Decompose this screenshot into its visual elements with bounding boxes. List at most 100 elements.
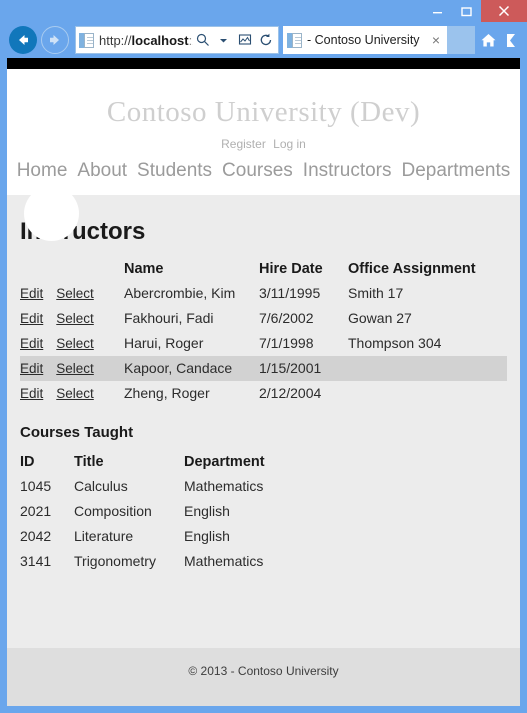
select-link[interactable]: Select <box>56 386 94 401</box>
dropdown-chevron-icon[interactable] <box>214 30 233 50</box>
table-row-selected[interactable]: Edit Select Kapoor, Candace 1/15/2001 <box>20 356 507 381</box>
cell-hire-date: 3/11/1995 <box>259 285 321 301</box>
select-link[interactable]: Select <box>56 286 94 301</box>
select-link[interactable]: Select <box>56 361 94 376</box>
login-link[interactable]: Log in <box>273 137 306 151</box>
instructors-table-body: Edit Select Abercrombie, Kim 3/11/1995 Sm… <box>20 281 507 406</box>
courses-taught-title: Courses Taught <box>20 424 134 441</box>
table-row: 2021 Composition English <box>20 499 507 524</box>
chrome-toolbar-right <box>478 26 522 54</box>
row-commands: Edit Select <box>20 306 124 331</box>
th-course-title: Title <box>74 454 104 470</box>
nav-item-departments[interactable]: Departments <box>402 160 511 181</box>
table-row: 3141 Trigonometry Mathematics <box>20 549 507 574</box>
page-top-strip <box>7 58 520 69</box>
page-document-icon <box>79 32 95 49</box>
maximize-button[interactable] <box>452 0 481 22</box>
tab-close-icon[interactable]: × <box>425 27 447 53</box>
edit-link[interactable]: Edit <box>20 361 43 376</box>
cell-name: Zheng, Roger <box>124 385 210 401</box>
edit-link[interactable]: Edit <box>20 286 43 301</box>
search-icon[interactable] <box>193 30 212 50</box>
th-course-id: ID <box>20 454 35 470</box>
register-link[interactable]: Register <box>221 137 266 151</box>
tab-title: - Contoso University <box>307 33 420 47</box>
nav-item-instructors[interactable]: Instructors <box>303 160 392 181</box>
cell-hire-date: 1/15/2001 <box>259 356 348 381</box>
favorites-icon[interactable] <box>502 30 522 50</box>
cell-course-department: Mathematics <box>184 553 264 569</box>
row-commands: Edit Select <box>20 281 124 306</box>
nav-decoration-circle <box>24 186 79 241</box>
th-course-department: Department <box>184 454 265 470</box>
window-controls <box>423 0 527 22</box>
edit-link[interactable]: Edit <box>20 311 43 326</box>
cell-office: Thompson 304 <box>348 335 442 351</box>
minimize-button[interactable] <box>423 0 452 22</box>
cell-course-id: 1045 <box>20 478 52 494</box>
site-header: Contoso University (Dev) Register Log in… <box>7 69 520 195</box>
cell-course-id: 2042 <box>20 528 52 544</box>
table-row[interactable]: Edit Select Abercrombie, Kim 3/11/1995 Sm… <box>20 281 507 306</box>
forward-button[interactable] <box>41 26 69 54</box>
browser-tab[interactable]: - Contoso University × <box>283 26 447 54</box>
cell-name: Harui, Roger <box>124 335 204 351</box>
th-hire-date: Hire Date <box>259 261 323 277</box>
browser-toolbar: http://localhost:214 - Contoso <box>0 22 527 58</box>
nav-item-students[interactable]: Students <box>137 160 212 181</box>
th-name: Name <box>124 261 164 277</box>
nav-item-about[interactable]: About <box>77 160 127 181</box>
edit-link[interactable]: Edit <box>20 336 43 351</box>
new-tab-button[interactable] <box>447 26 475 54</box>
site-brand[interactable]: Contoso University (Dev) <box>7 69 520 129</box>
select-link[interactable]: Select <box>56 311 94 326</box>
compatibility-view-icon[interactable] <box>235 30 254 50</box>
home-icon[interactable] <box>478 30 498 50</box>
browser-window: http://localhost:214 - Contoso <box>0 0 527 713</box>
cell-name: Abercrombie, Kim <box>124 285 236 301</box>
footer-copyright: © 2013 - Contoso University <box>188 664 339 678</box>
th-office-assignment: Office Assignment <box>348 261 476 277</box>
cell-hire-date: 7/1/1998 <box>259 335 314 351</box>
edit-link[interactable]: Edit <box>20 386 43 401</box>
th-commands <box>20 259 124 281</box>
nav-item-courses[interactable]: Courses <box>222 160 293 181</box>
courses-taught-table: ID Title Department 1045 Calculus Mathem… <box>20 452 507 574</box>
table-row: 2042 Literature English <box>20 524 507 549</box>
cell-name: Fakhouri, Fadi <box>124 310 214 326</box>
cell-course-department: Mathematics <box>184 478 264 494</box>
row-commands: Edit Select <box>20 356 124 381</box>
url-text[interactable]: http://localhost:214 <box>99 33 193 48</box>
site-footer: © 2013 - Contoso University <box>7 648 520 706</box>
close-button[interactable] <box>481 0 527 22</box>
cell-office <box>348 381 507 406</box>
back-button[interactable] <box>9 26 37 54</box>
table-row[interactable]: Edit Select Harui, Roger 7/1/1998 Thompso… <box>20 331 507 356</box>
address-bar[interactable]: http://localhost:214 <box>75 26 279 54</box>
main-navigation: Home About Students Courses Instructors Depar… <box>7 159 520 183</box>
refresh-icon[interactable] <box>256 30 275 50</box>
nav-item-home[interactable]: Home <box>17 160 68 181</box>
table-row[interactable]: Edit Select Fakhouri, Fadi 7/6/2002 Gowan… <box>20 306 507 331</box>
cell-course-title: Trigonometry <box>74 553 156 569</box>
page-title: Instructors <box>20 218 146 245</box>
address-bar-icons <box>193 30 278 50</box>
cell-office: Gowan 27 <box>348 310 412 326</box>
url-scheme: http:// <box>99 32 132 48</box>
cell-course-id: 2021 <box>20 503 52 519</box>
table-row[interactable]: Edit Select Zheng, Roger 2/12/2004 <box>20 381 507 406</box>
page-viewport: Contoso University (Dev) Register Log in… <box>7 69 520 706</box>
page-content: Instructors Name Hire Date Office Assign… <box>7 195 520 604</box>
cell-hire-date: 2/12/2004 <box>259 385 322 401</box>
table-row: 1045 Calculus Mathematics <box>20 474 507 499</box>
cell-course-title: Calculus <box>74 478 128 494</box>
tab-favicon <box>287 32 303 49</box>
row-commands: Edit Select <box>20 381 124 406</box>
instructors-table: Name Hire Date Office Assignment Edit Sel… <box>20 259 507 406</box>
cell-course-title: Literature <box>74 528 134 544</box>
window-titlebar <box>0 0 527 22</box>
cell-name: Kapoor, Candace <box>124 356 259 381</box>
select-link[interactable]: Select <box>56 336 94 351</box>
auth-links: Register Log in <box>7 137 520 151</box>
